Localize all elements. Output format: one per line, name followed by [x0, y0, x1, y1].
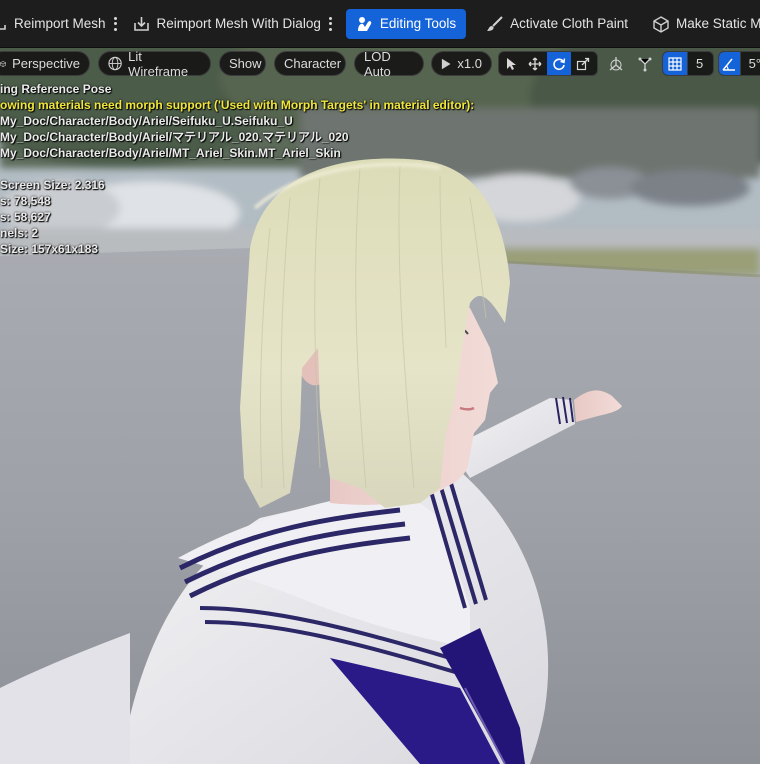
select-tool[interactable]	[499, 52, 523, 75]
editing-tools-label: Editing Tools	[379, 16, 457, 31]
play-icon	[441, 58, 451, 69]
morph-warning: owing materials need morph support ('Use…	[0, 98, 475, 112]
reimport-with-dialog-label: Reimport Mesh With Dialog	[156, 16, 321, 31]
angle-snap-toggle[interactable]	[719, 52, 740, 75]
reimport-with-dialog-button[interactable]: Reimport Mesh With Dialog	[125, 9, 329, 39]
show-label: Show	[229, 56, 262, 71]
reimport-mesh-options-icon[interactable]	[113, 9, 117, 39]
reimport-dialog-icon	[133, 16, 149, 31]
approx-size-stat: Size: 157x61x183	[0, 242, 99, 256]
view-mode-label: Lit Wireframe	[128, 48, 189, 79]
translate-icon	[528, 57, 542, 70]
transform-tools	[498, 51, 598, 76]
material-path: My_Doc/Character/Body/Ariel/マテリアル_020.マテ…	[0, 130, 349, 144]
character-label: Character	[284, 56, 342, 71]
show-button[interactable]: Show	[219, 51, 266, 76]
editing-tools-icon	[357, 16, 372, 31]
viewport-info-overlay: ing Reference Pose owing materials need …	[0, 81, 474, 161]
local-space-icon	[609, 56, 623, 70]
skeletal-mesh-viewport[interactable]: Perspective Lit Wireframe Show Character…	[0, 48, 760, 764]
scale-icon	[576, 57, 590, 70]
scale-tool[interactable]	[571, 52, 595, 75]
angle-snap-group: 5°	[718, 51, 760, 76]
local-space-toggle[interactable]	[604, 52, 628, 75]
editing-tools-button[interactable]: Editing Tools	[345, 8, 467, 39]
rotate-icon	[553, 57, 566, 70]
make-static-mesh-button[interactable]: Make Static Mesh	[644, 9, 760, 39]
material-path: My_Doc/Character/Body/Ariel/Seifuku_U.Se…	[0, 114, 293, 128]
material-path: My_Doc/Character/Body/Ariel/MT_Ariel_Ski…	[0, 146, 341, 160]
screen-size-stat: Screen Size: 2.316	[0, 178, 105, 192]
asset-editor-toolbar: Reimport Mesh Reimport Mesh With Dialog …	[0, 0, 760, 48]
angle-snap-value[interactable]: 5°	[739, 52, 760, 75]
static-mesh-icon	[653, 15, 669, 33]
mesh-stats-overlay: Screen Size: 2.316 s: 78,548 s: 58,627 n…	[0, 177, 105, 257]
rotate-tool[interactable]	[547, 52, 571, 75]
reimport-mesh-label: Reimport Mesh	[14, 16, 106, 31]
cube-icon	[0, 60, 6, 67]
perspective-label: Perspective	[12, 56, 80, 71]
lod-label: LOD Auto	[364, 48, 391, 79]
sphere-wireframe-icon	[108, 56, 122, 71]
translate-tool[interactable]	[523, 52, 547, 75]
info-line: ing Reference Pose	[0, 82, 112, 96]
character-button[interactable]: Character	[274, 51, 346, 76]
triangles-stat: s: 78,548	[0, 194, 51, 208]
activate-cloth-paint-label: Activate Cloth Paint	[510, 16, 628, 31]
world-space-icon	[638, 57, 652, 71]
grid-size-value[interactable]: 5	[687, 52, 711, 75]
lod-button[interactable]: LOD Auto	[354, 48, 424, 79]
brush-icon	[487, 15, 503, 31]
make-static-mesh-label: Make Static Mesh	[675, 16, 760, 31]
grid-snap-group: 5	[662, 51, 714, 76]
world-space-toggle[interactable]	[633, 52, 657, 75]
viewport-toolbar: Perspective Lit Wireframe Show Character…	[0, 48, 760, 79]
angle-snap-icon	[722, 58, 736, 71]
reimport-dialog-options-icon[interactable]	[328, 9, 332, 39]
view-mode-button[interactable]: Lit Wireframe	[98, 48, 211, 79]
grid-snap-toggle[interactable]	[663, 52, 687, 75]
reimport-mesh-icon	[0, 24, 6, 30]
reimport-mesh-button[interactable]: Reimport Mesh	[0, 9, 114, 39]
playback-speed-label: x1.0	[457, 56, 482, 71]
activate-cloth-paint-button[interactable]: Activate Cloth Paint	[478, 9, 636, 39]
select-arrow-icon	[507, 57, 516, 70]
uv-channels-stat: nels: 2	[0, 226, 39, 240]
perspective-button[interactable]: Perspective	[0, 51, 90, 76]
vertices-stat: s: 58,627	[0, 210, 51, 224]
grid-snap-icon	[668, 56, 682, 71]
playback-speed-button[interactable]: x1.0	[431, 51, 492, 76]
